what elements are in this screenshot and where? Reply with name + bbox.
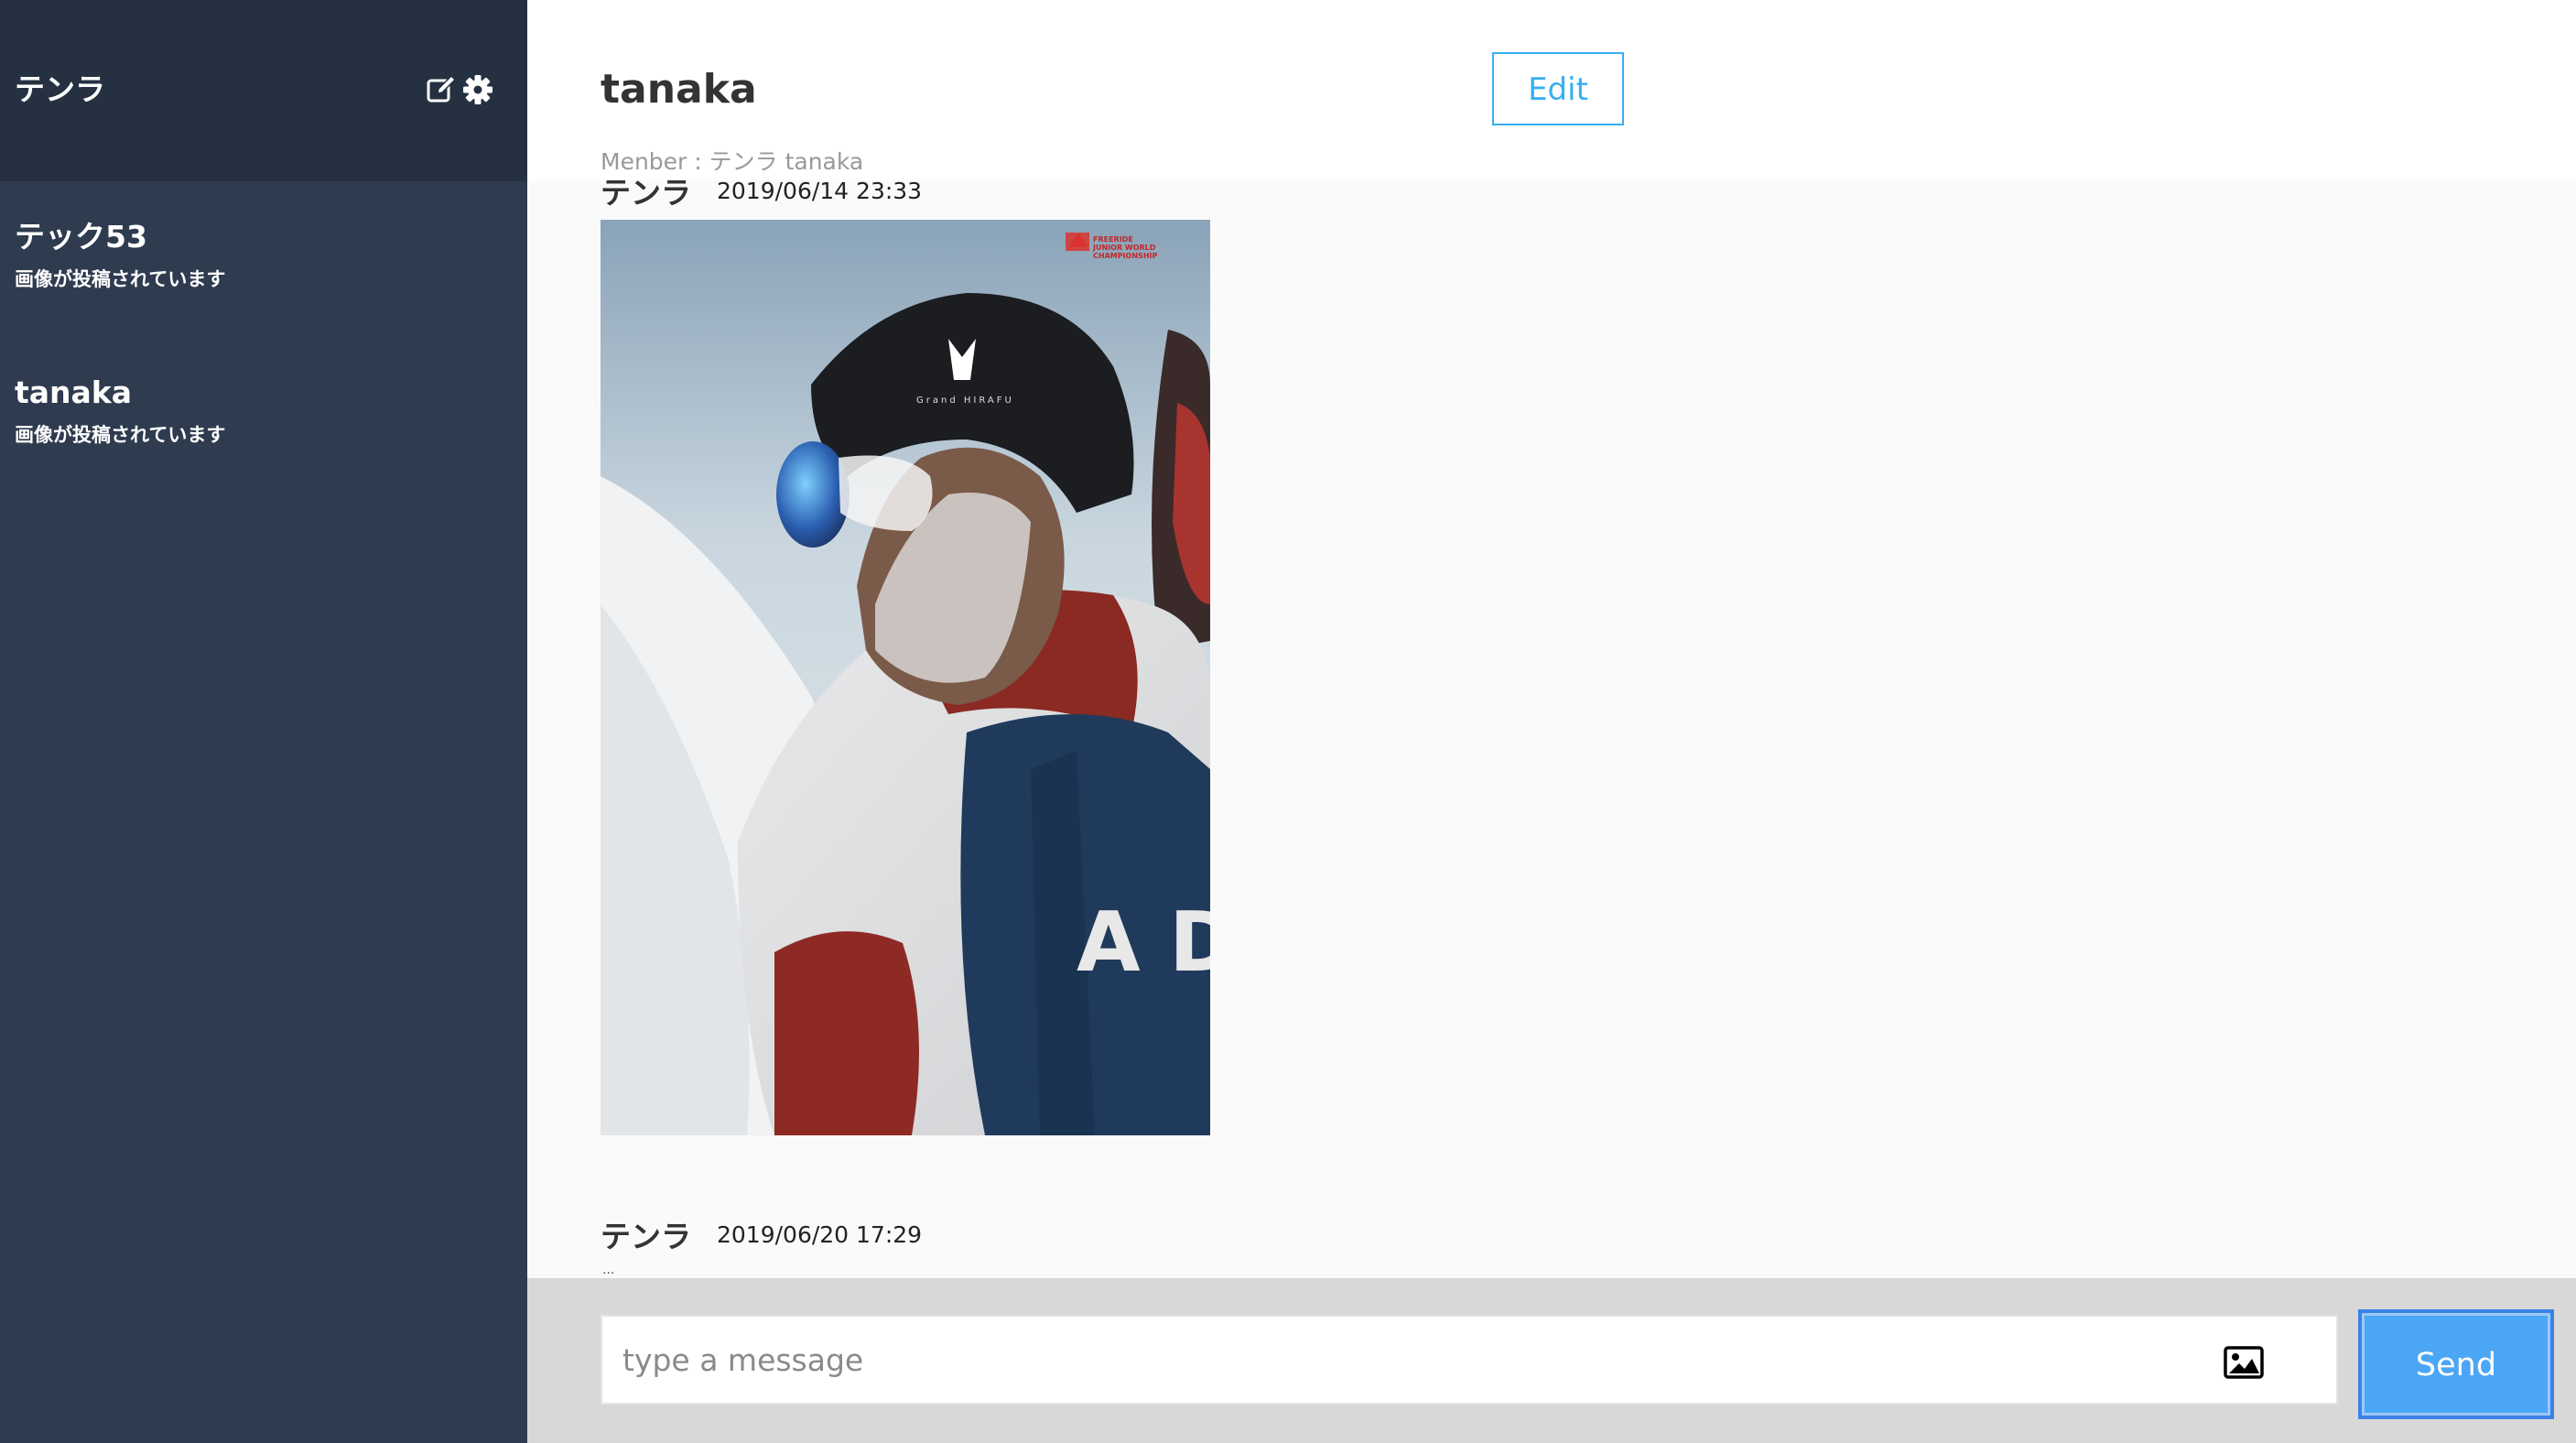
svg-text:JUNIOR WORLD: JUNIOR WORLD xyxy=(1092,244,1156,252)
message-text: ... xyxy=(602,1263,615,1277)
svg-text:Grand HIRAFU: Grand HIRAFU xyxy=(916,396,1014,406)
svg-text:FREERIDE: FREERIDE xyxy=(1093,235,1133,244)
sidebar-header: テンラ xyxy=(0,0,527,181)
group-name: tanaka xyxy=(15,374,133,410)
message-date: 2019/06/20 17:29 xyxy=(717,1221,923,1248)
member-list: Menber : テンラ tanaka xyxy=(601,148,864,175)
send-button[interactable]: Send xyxy=(2358,1309,2554,1419)
group-item[interactable]: tanaka 画像が投稿されています xyxy=(15,372,225,449)
edit-icon[interactable] xyxy=(425,73,458,106)
message-user: テンラ xyxy=(601,180,691,211)
chat-header: tanaka Menber : テンラ tanaka Edit xyxy=(527,0,2576,180)
gear-icon[interactable] xyxy=(461,73,494,106)
edit-group-button[interactable]: Edit xyxy=(1492,52,1624,125)
svg-text:CHAMPIONSHIP: CHAMPIONSHIP xyxy=(1093,252,1157,260)
group-last-message: 画像が投稿されています xyxy=(15,268,226,290)
message-form: Send xyxy=(527,1278,2576,1443)
skier-photo: A D Grand HIRAFU FREERIDE JUNIOR WORLD C… xyxy=(601,220,1210,1135)
group-last-message: 画像が投稿されています xyxy=(15,424,226,446)
message-user: テンラ xyxy=(601,1219,691,1254)
group-name: テック53 xyxy=(15,219,147,255)
message-image[interactable]: A D Grand HIRAFU FREERIDE JUNIOR WORLD C… xyxy=(601,220,1210,1135)
message-list[interactable]: テンラ 2019/06/14 23:33 A D Grand HIRAFU FR… xyxy=(527,180,2576,1278)
message-date: 2019/06/14 23:33 xyxy=(717,180,923,204)
message-input[interactable] xyxy=(601,1315,2338,1405)
svg-text:A D: A D xyxy=(1077,895,1210,991)
sidebar: テンラ テック53 画像が投稿されています tanaka 画像が投稿されています xyxy=(0,0,527,1443)
group-item[interactable]: テック53 画像が投稿されています xyxy=(15,216,225,293)
chat-title: tanaka xyxy=(601,66,757,113)
image-icon[interactable] xyxy=(2224,1346,2264,1379)
current-user-name: テンラ xyxy=(15,71,105,107)
